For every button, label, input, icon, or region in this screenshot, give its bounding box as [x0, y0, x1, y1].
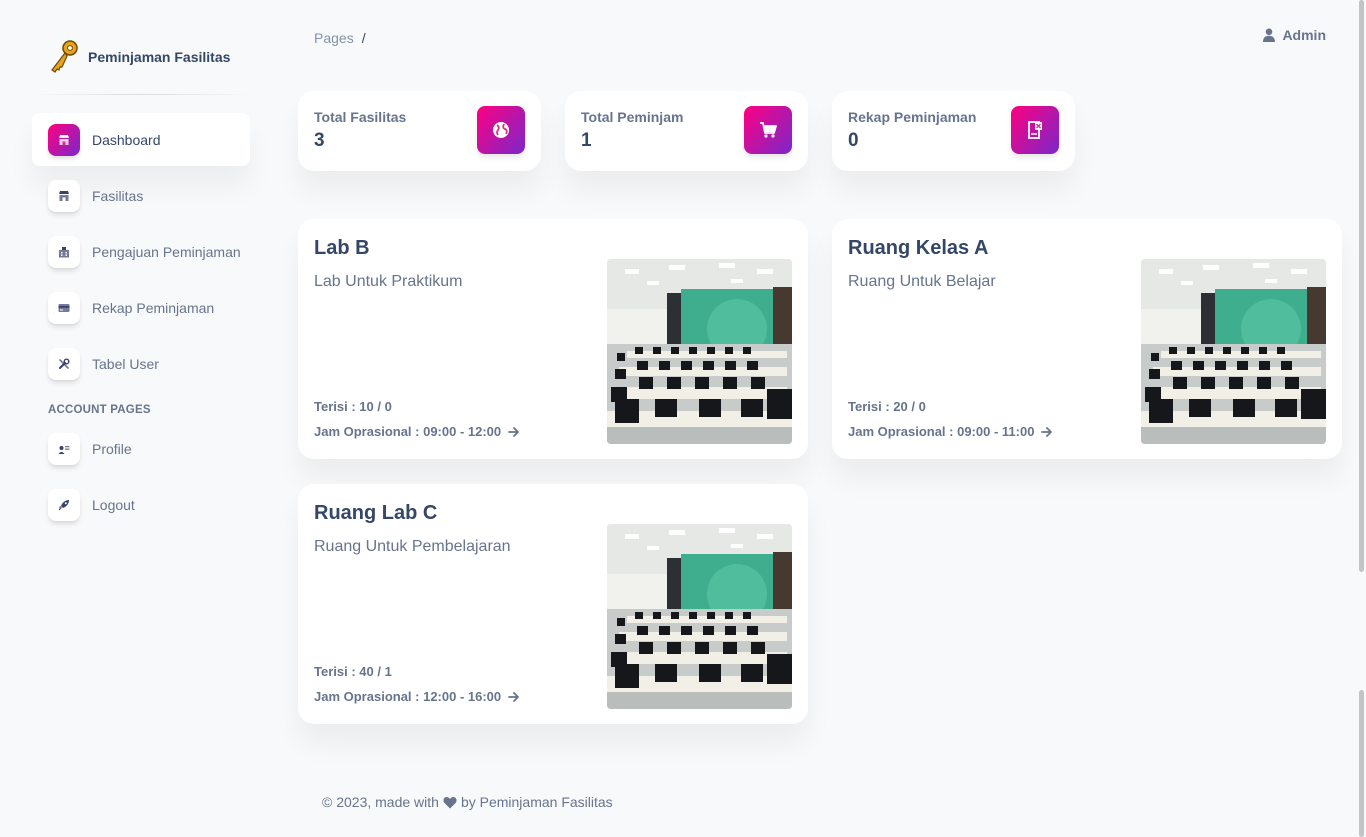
sidebar-item-label: Tabel User [92, 355, 159, 372]
heart-icon [443, 796, 457, 808]
facility-hours: Jam Oprasional : 09:00 - 12:00 [314, 424, 502, 439]
user-card-icon [48, 432, 80, 465]
brand-name: Peminjaman Fasilitas [88, 49, 231, 65]
facility-photo [1141, 259, 1326, 444]
facility-title: Ruang Lab C [314, 502, 438, 524]
sidebar-item-label: Fasilitas [92, 187, 144, 204]
sidebar-item-pengajuan-peminjaman[interactable]: Pengajuan Peminjaman [32, 225, 250, 278]
tools-icon [48, 347, 80, 380]
user-menu[interactable]: Admin [1263, 27, 1326, 43]
facility-occupancy: Terisi : 10 / 0 [314, 399, 392, 414]
footer-suffix: by Peminjaman Fasilitas [460, 794, 613, 810]
breadcrumb-separator: / [361, 30, 366, 46]
stat-label: Total Peminjam [581, 109, 684, 125]
office-icon [48, 235, 80, 268]
arrow-right-icon [508, 691, 520, 702]
stat-value: 0 [848, 130, 859, 151]
sidebar-item-fasilitas[interactable]: Fasilitas [32, 169, 250, 222]
sidebar-item-logout[interactable]: Logout [32, 478, 250, 531]
key-logo-icon [51, 40, 78, 73]
sidebar-item-label: Profile [92, 440, 132, 457]
facility-description: Ruang Untuk Pembelajaran [314, 538, 511, 555]
user-name: Admin [1282, 27, 1326, 43]
sidebar-item-label: Rekap Peminjaman [92, 299, 215, 316]
credit-card-icon [48, 291, 80, 324]
arrow-right-icon [1041, 426, 1053, 437]
classroom-photo-image [1141, 259, 1326, 444]
stat-value: 3 [314, 130, 325, 151]
facility-photo [607, 524, 792, 709]
sidebar: Peminjaman Fasilitas Dashboard Fasilitas… [16, 16, 266, 816]
arrow-right-icon [508, 426, 520, 437]
stat-label: Rekap Peminjaman [848, 109, 977, 125]
classroom-photo-image [607, 259, 792, 444]
scrollbar-thumb[interactable] [1359, 0, 1364, 572]
scrollbar[interactable] [1357, 0, 1366, 837]
footer-prefix: © 2023, made with [322, 794, 439, 810]
facility-hours-link[interactable]: Jam Oprasional : 09:00 - 12:00 [314, 424, 520, 439]
facility-occupancy: Terisi : 20 / 0 [848, 399, 926, 414]
breadcrumb-item-pages[interactable]: Pages [314, 30, 354, 46]
facility-description: Ruang Untuk Belajar [848, 273, 996, 290]
facility-card-lab-b[interactable]: Lab B Lab Untuk Praktikum Terisi : 10 / … [298, 219, 808, 459]
globe-icon [477, 106, 525, 154]
user-icon [1263, 28, 1276, 42]
footer: © 2023, made with by Peminjaman Fasilita… [322, 794, 613, 810]
sidebar-item-profile[interactable]: Profile [32, 422, 250, 475]
facility-hours-link[interactable]: Jam Oprasional : 12:00 - 16:00 [314, 689, 520, 704]
facility-card-ruang-kelas-a[interactable]: Ruang Kelas A Ruang Untuk Belajar Terisi… [832, 219, 1342, 459]
stat-value: 1 [581, 130, 592, 151]
shop-icon [48, 123, 80, 156]
rocket-icon [48, 488, 80, 521]
stat-label: Total Fasilitas [314, 109, 407, 125]
classroom-photo-image [607, 524, 792, 709]
document-icon [1011, 106, 1059, 154]
facility-occupancy: Terisi : 40 / 1 [314, 664, 392, 679]
sidebar-item-dashboard[interactable]: Dashboard [32, 113, 250, 166]
facility-title: Ruang Kelas A [848, 237, 989, 259]
section-heading-account-pages: ACCOUNT PAGES [48, 404, 151, 416]
stat-card-total-peminjam: Total Peminjam 1 [565, 91, 808, 171]
facility-hours: Jam Oprasional : 12:00 - 16:00 [314, 689, 502, 704]
scrollbar-thumb-lower[interactable] [1359, 690, 1364, 837]
sidebar-item-tabel-user[interactable]: Tabel User [32, 337, 250, 390]
cart-icon [744, 106, 792, 154]
sidebar-item-label: Logout [92, 496, 135, 513]
sidebar-item-rekap-peminjaman[interactable]: Rekap Peminjaman [32, 281, 250, 334]
brand[interactable]: Peminjaman Fasilitas [48, 39, 230, 75]
sidebar-item-label: Pengajuan Peminjaman [92, 243, 241, 260]
breadcrumb: Pages / [314, 30, 366, 46]
facility-hours-link[interactable]: Jam Oprasional : 09:00 - 11:00 [848, 424, 1053, 439]
facility-title: Lab B [314, 237, 370, 259]
sidebar-item-label: Dashboard [92, 131, 161, 148]
shop-icon [48, 179, 80, 212]
facility-hours: Jam Oprasional : 09:00 - 11:00 [848, 424, 1035, 439]
facility-card-ruang-lab-c[interactable]: Ruang Lab C Ruang Untuk Pembelajaran Ter… [298, 484, 808, 724]
stat-card-rekap-peminjaman: Rekap Peminjaman 0 [832, 91, 1075, 171]
stat-card-total-fasilitas: Total Fasilitas 3 [298, 91, 541, 171]
facility-photo [607, 259, 792, 444]
sidebar-nav: Dashboard Fasilitas Pengajuan Peminjaman… [32, 113, 250, 534]
facility-description: Lab Untuk Praktikum [314, 273, 463, 290]
divider [32, 94, 252, 95]
